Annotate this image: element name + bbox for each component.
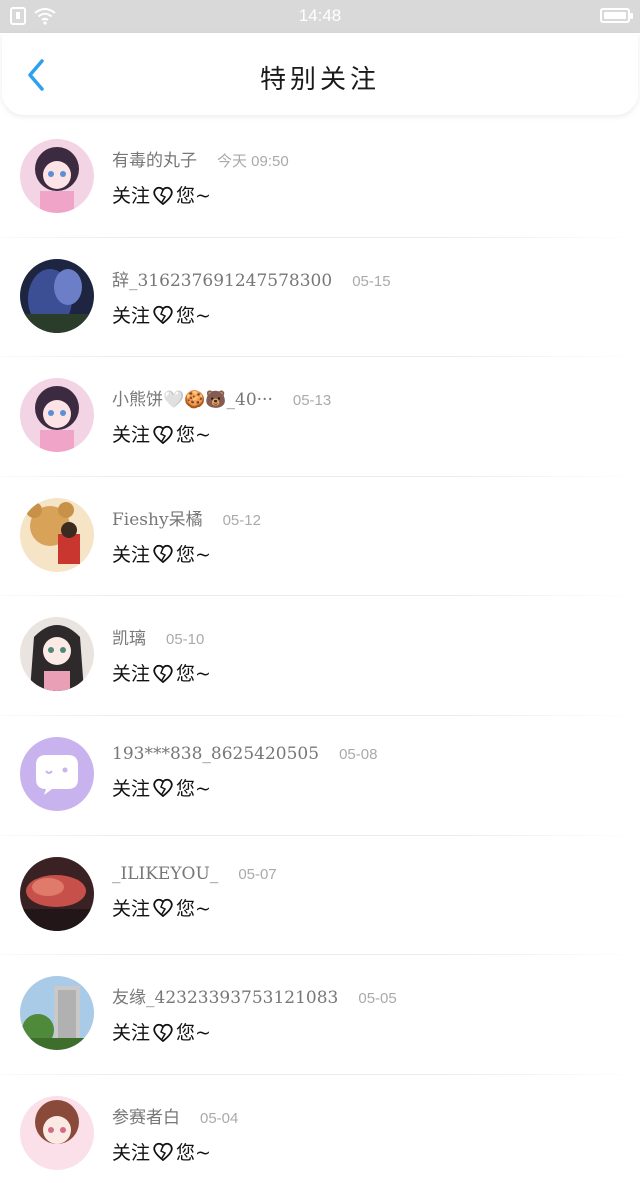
message-suffix: 您~: [176, 777, 211, 800]
broken-heart-icon: [153, 1023, 173, 1042]
message-prefix: 关注: [112, 663, 151, 686]
message-prefix: 关注: [112, 897, 151, 920]
list-item[interactable]: 凯璃 05-10 关注 您~: [0, 596, 640, 716]
timestamp: 05-07: [238, 865, 277, 883]
message-suffix: 您~: [176, 543, 211, 566]
broken-heart-icon: [153, 1143, 173, 1162]
message-suffix: 您~: [176, 897, 211, 920]
user-name[interactable]: 有毒的丸子: [112, 146, 197, 171]
dark-blue-art-avatar[interactable]: [20, 258, 94, 333]
anime-girl-pink-avatar[interactable]: [20, 1095, 94, 1170]
timestamp: 今天 09:50: [217, 153, 289, 170]
list-item[interactable]: 参赛者白 05-04 关注 您~: [0, 1075, 640, 1194]
default-chat-avatar[interactable]: [20, 736, 94, 811]
list-item[interactable]: 友缘_423233937531210​83 05-05 关注 您~: [0, 955, 640, 1075]
broken-heart-icon: [153, 545, 173, 564]
message-prefix: 关注: [112, 185, 151, 207]
broken-heart-icon: [153, 664, 173, 683]
battery-icon: [600, 8, 633, 23]
list-item[interactable]: 辞_316237691247578300 05-15 关注 您~: [0, 238, 640, 358]
message-suffix: 您~: [176, 1141, 211, 1164]
message-prefix: 关注: [112, 1022, 151, 1045]
message-prefix: 关注: [112, 543, 151, 566]
nav-header: 特别关注: [2, 33, 638, 115]
status-time: 14:48: [298, 6, 342, 25]
red-sky-avatar[interactable]: [20, 856, 94, 931]
follow-list: 有毒的丸子 今天 09:50 关注 您~ 辞_316237691247578300 0…: [0, 118, 640, 1194]
user-name[interactable]: 辞_316237691247578300: [112, 266, 332, 291]
anime-girl-pink-avatar[interactable]: [20, 139, 94, 213]
anime-girl-pink-avatar[interactable]: [20, 378, 94, 453]
user-name[interactable]: 凯璃: [112, 624, 146, 649]
timestamp: 05-05: [358, 990, 397, 1008]
list-item[interactable]: _ILIKEYOU_ 05-07 关注 您~: [0, 836, 640, 956]
message-prefix: 关注: [112, 304, 151, 327]
timestamp: 05-10: [166, 631, 205, 649]
message-suffix: 您~: [176, 663, 211, 686]
list-item[interactable]: 小熊饼🤍🍪🐻_40··· 05-13 关注 您~: [0, 357, 640, 477]
list-item[interactable]: 有毒的丸子 今天 09:50 关注 您~: [0, 118, 640, 238]
broken-heart-icon: [153, 305, 173, 325]
user-name[interactable]: Fieshy呆橘: [112, 505, 203, 530]
broken-heart-icon: [153, 186, 173, 205]
list-item[interactable]: 193***838_8625420505 05-08 关注 您~: [0, 716, 640, 836]
broken-heart-icon: [153, 898, 173, 918]
user-name[interactable]: _ILIKEYOU_: [112, 864, 218, 884]
anime-girl-dark-hair-avatar[interactable]: [20, 617, 94, 692]
user-name[interactable]: 193***838_8625420505: [112, 744, 319, 764]
timestamp: 05-13: [292, 392, 332, 410]
timestamp: 05-12: [222, 511, 261, 529]
message-prefix: 关注: [112, 1141, 151, 1164]
user-name[interactable]: 友缘_423233937531210​83: [112, 983, 338, 1008]
teddy-bear-avatar[interactable]: [20, 497, 94, 572]
building-avatar[interactable]: [20, 976, 94, 1051]
user-name[interactable]: 小熊饼🤍🍪🐻_40···: [112, 385, 273, 410]
page-title: 特别关注: [259, 65, 380, 95]
list-item[interactable]: Fieshy呆橘 05-12 关注 您~: [0, 477, 640, 597]
message-prefix: 关注: [112, 424, 151, 447]
message-suffix: 您~: [176, 1022, 211, 1045]
broken-heart-icon: [153, 425, 173, 444]
user-name[interactable]: 参赛者白: [112, 1103, 180, 1128]
timestamp: 05-15: [352, 272, 391, 290]
timestamp: 05-08: [339, 745, 378, 763]
message-suffix: 您~: [176, 424, 211, 447]
status-bar: 14:48: [0, 0, 640, 33]
timestamp: 05-04: [200, 1109, 239, 1127]
message-suffix: 您~: [176, 304, 211, 327]
broken-heart-icon: [153, 779, 173, 798]
message-suffix: 您~: [176, 185, 211, 207]
message-prefix: 关注: [112, 777, 151, 800]
